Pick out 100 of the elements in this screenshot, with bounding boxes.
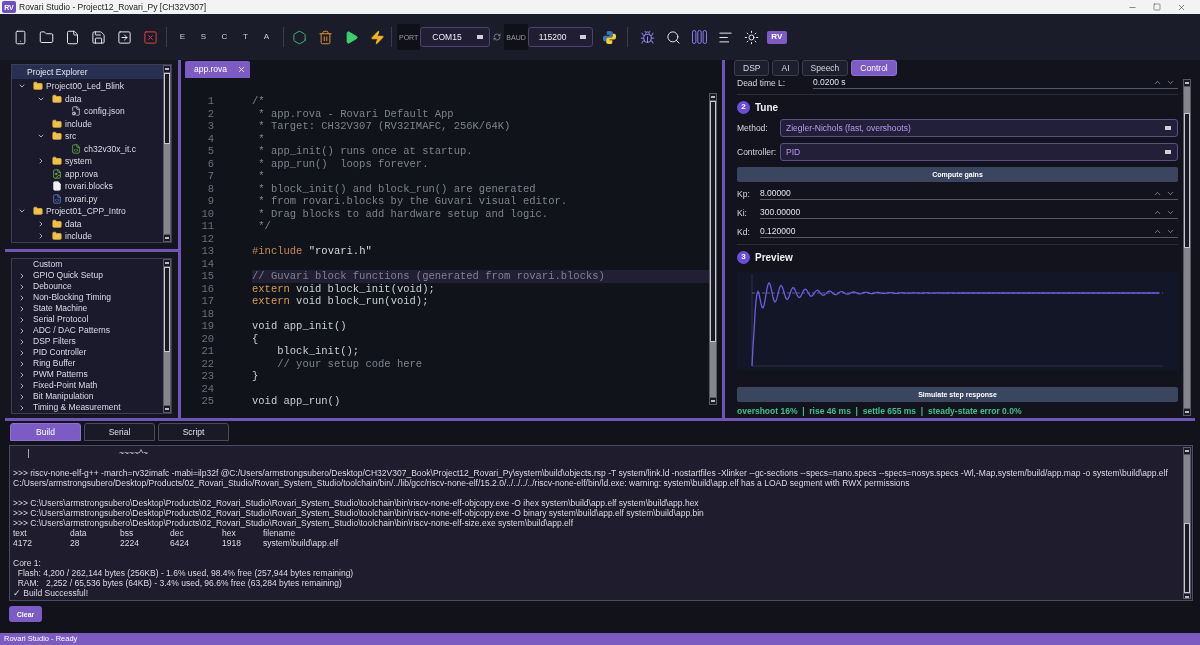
chevron-right-icon[interactable] [18, 293, 26, 302]
chevron-up-icon[interactable] [1153, 78, 1162, 87]
scrollbar[interactable] [163, 259, 171, 413]
line-number: 6 [206, 158, 214, 169]
tree-item[interactable]: Project00_Led_Blink [46, 82, 124, 91]
output-tab[interactable]: Serial [84, 423, 155, 441]
snippet-item[interactable]: PID Controller [33, 348, 87, 357]
chevron-down-icon[interactable] [1166, 78, 1175, 87]
tree-item[interactable]: rovari.blocks [65, 182, 113, 191]
scrollbar[interactable] [709, 93, 717, 405]
chevron-up-icon[interactable] [1153, 189, 1162, 198]
bug-icon[interactable] [640, 29, 656, 45]
panel-tab[interactable]: Speech [801, 60, 849, 76]
snippet-item[interactable]: Debounce [33, 282, 72, 291]
chevron-down-icon[interactable] [1166, 189, 1175, 198]
output-tab[interactable]: Script [158, 423, 229, 441]
chevron-right-icon[interactable] [18, 282, 26, 291]
tree-item[interactable]: app.rova [65, 169, 99, 178]
method-dropdown[interactable]: Ziegler-Nichols (fast, overshoots) [780, 119, 1178, 137]
letter-button[interactable]: S [193, 26, 214, 48]
arrow-box-icon[interactable] [116, 29, 132, 45]
code-line: void app_init() [252, 320, 348, 333]
chevron-down-icon[interactable] [1166, 208, 1175, 217]
letter-button[interactable]: T [235, 26, 256, 48]
panel-tab[interactable]: Control [851, 60, 897, 76]
chevron-right-icon[interactable] [18, 370, 26, 379]
scrollbar[interactable] [1183, 79, 1191, 416]
chevron-right-icon[interactable] [37, 232, 45, 241]
scrollbar[interactable] [163, 65, 171, 242]
tree-item[interactable]: ch32v30x_it.c [84, 144, 136, 153]
output-tab[interactable]: Build [10, 423, 81, 441]
tree-item[interactable]: data [65, 219, 82, 228]
chevron-right-icon[interactable] [37, 157, 45, 166]
panel-tab[interactable]: DSP [734, 60, 770, 76]
controller-dropdown[interactable]: PID [780, 143, 1178, 161]
number-field[interactable]: 0.120000 [760, 226, 1178, 238]
snippet-item[interactable]: ADC / DAC Patterns [33, 326, 110, 335]
panel-tab[interactable]: AI [772, 60, 799, 76]
bars-icon[interactable] [692, 30, 708, 44]
snippet-item[interactable]: DSP Filters [33, 337, 76, 346]
snippet-item[interactable]: Serial Protocol [33, 315, 89, 324]
tree-item[interactable]: data [65, 94, 82, 103]
snippet-item[interactable]: Fixed-Point Math [33, 381, 98, 390]
tree-item[interactable]: system [65, 157, 92, 166]
chevron-down-icon[interactable] [1166, 227, 1175, 236]
number-field[interactable]: 300.00000 [760, 207, 1178, 219]
logo-badge[interactable]: RV [766, 30, 787, 44]
chevron-right-icon[interactable] [18, 271, 26, 280]
baud-dropdown[interactable]: 115200 [527, 27, 593, 47]
snippet-item[interactable]: Ring Buffer [33, 359, 76, 368]
letter-button[interactable]: A [256, 26, 277, 48]
chevron-right-icon[interactable] [18, 315, 26, 324]
tree-item[interactable]: Project01_CPP_Intro [46, 207, 126, 216]
save-icon[interactable] [90, 29, 106, 45]
chevron-right-icon[interactable] [18, 359, 26, 368]
snippet-item[interactable]: GPIO Quick Setup [33, 271, 103, 280]
chevron-right-icon[interactable] [18, 392, 26, 401]
snippet-item[interactable]: Custom [33, 260, 63, 269]
lightning-icon[interactable] [369, 29, 385, 45]
close-icon[interactable] [237, 65, 247, 74]
chevron-up-icon[interactable] [1153, 227, 1162, 236]
chevron-right-icon[interactable] [18, 304, 26, 313]
port-dropdown[interactable]: COM15 [420, 27, 491, 47]
snippet-item[interactable]: Non-Blocking Timing [33, 293, 111, 302]
number-field[interactable]: 0.0200 s [813, 77, 1178, 89]
editor-tab[interactable]: app.rova [185, 61, 251, 78]
tree-item[interactable]: include [65, 119, 92, 128]
chevron-up-icon[interactable] [1153, 208, 1162, 217]
refresh-icon[interactable] [493, 33, 502, 41]
close-box-icon[interactable] [142, 29, 158, 45]
chevron-right-icon[interactable] [18, 337, 26, 346]
snippet-item[interactable]: Timing & Measurement [33, 403, 121, 412]
close-icon[interactable] [1177, 2, 1186, 12]
chevron-right-icon[interactable] [37, 219, 45, 228]
play-icon[interactable] [343, 29, 359, 45]
chevron-right-icon[interactable] [18, 348, 26, 357]
tree-item[interactable]: include [65, 232, 92, 241]
folder-icon[interactable] [38, 29, 54, 45]
search-icon[interactable] [666, 29, 682, 45]
letter-button[interactable]: C [214, 26, 235, 48]
tree-item[interactable]: rovari.py [65, 194, 98, 203]
letter-button[interactable]: E [172, 26, 193, 48]
align-left-icon[interactable] [718, 29, 734, 45]
trash-icon[interactable] [317, 29, 333, 45]
file-icon[interactable] [64, 29, 80, 45]
hexagon-icon[interactable] [291, 29, 307, 45]
scrollbar[interactable] [1183, 447, 1191, 599]
snippet-item[interactable]: PWM Patterns [33, 370, 88, 379]
sun-icon[interactable] [744, 29, 760, 45]
chevron-right-icon[interactable] [18, 326, 26, 335]
tree-item[interactable]: config.json [84, 107, 125, 116]
device-icon[interactable] [12, 29, 28, 45]
chevron-right-icon[interactable] [18, 403, 26, 412]
tree-item[interactable]: src [65, 132, 77, 141]
chevron-right-icon[interactable] [18, 381, 26, 390]
snippet-item[interactable]: Bit Manipulation [33, 392, 94, 401]
python-logo-icon[interactable] [602, 29, 618, 45]
number-field[interactable]: 8.00000 [760, 188, 1178, 200]
window-title: Rovari Studio - Project12_Rovari_Py [CH32V307] [19, 2, 207, 12]
snippet-item[interactable]: State Machine [33, 304, 88, 313]
